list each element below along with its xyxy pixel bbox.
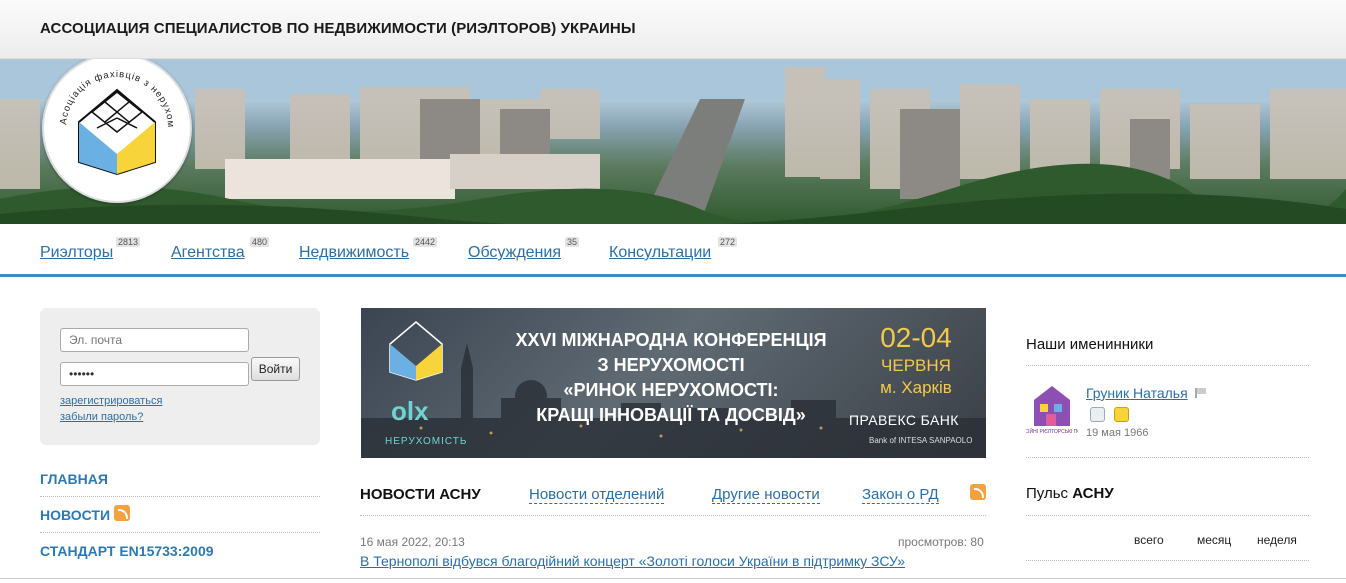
ad-title-line: З НЕРУХОМОСТІ [597,355,745,375]
side-menu-standard-label: СТАНДАРТ EN15733:2009 [40,543,214,559]
ad-title-line: «РИНОК НЕРУХОМОСТІ: [563,380,779,400]
news-tabs: НОВОСТИ АСНУ Новости отделений Другие но… [360,484,986,516]
tab-other-news[interactable]: Другие новости [712,486,820,504]
ad-date-month: ЧЕРВНЯ [881,356,951,375]
divider [1026,457,1309,458]
ad-title: XXVI МІЖНАРОДНА КОНФЕРЕНЦІЯ З НЕРУХОМОСТ… [481,328,861,428]
flag-icon [1195,388,1207,398]
news-headline-link[interactable]: В Тернополі відбувся благодійний концерт… [360,553,905,569]
nav-item-realty[interactable]: Недвижимость [299,244,409,262]
news-views: просмотров: 80 [898,535,984,549]
forgot-password-link[interactable]: забыли пароль? [60,411,143,423]
tab-branch-news[interactable]: Новости отделений [529,486,665,504]
side-menu-standard[interactable]: СТАНДАРТ EN15733:2009 [40,533,320,569]
login-form: Войти зарегистрироваться забыли пароль? [40,308,320,445]
birthday-date: 19 мая 1966 [1086,427,1149,439]
agency-logo-text: ПРОФЕСІЙНІ РІЄЛТОРСЬКІ ПОСЛУГИ [1026,427,1078,435]
agency-house-icon: ПРОФЕСІЙНІ РІЄЛТОРСЬКІ ПОСЛУГИ [1007,386,1098,435]
footer-edge [0,578,1346,583]
side-menu-news-label: НОВОСТИ [40,507,111,523]
pulse-col-month[interactable]: месяц [1197,533,1231,547]
ad-title-line: КРАЩІ ІННОВАЦІЇ ТА ДОСВІД» [536,405,806,425]
pulse-heading-prefix: Пульс [1026,485,1069,502]
tab-asnu-news[interactable]: НОВОСТИ АСНУ [360,486,481,503]
ad-title-line: XXVI МІЖНАРОДНА КОНФЕРЕНЦІЯ [515,330,827,350]
header-banner: Асоціація фахівців з нерухомості України… [0,59,1346,224]
rss-icon[interactable] [114,505,130,521]
certified-badge-icon [1114,407,1129,422]
email-field[interactable] [60,328,249,352]
birthdays-heading: Наши именинники [1026,336,1154,353]
nav-count-realtors: 2813 [116,237,141,247]
pulse-col-week[interactable]: неделя [1257,533,1297,547]
register-link[interactable]: зарегистрироваться [60,395,162,407]
olx-sub: НЕРУХОМІСТЬ [385,436,468,447]
divider [1026,515,1309,516]
news-date: 16 мая 2022, 20:13 [360,535,465,549]
site-title[interactable]: АССОЦИАЦИЯ СПЕЦИАЛИСТОВ ПО НЕДВИЖИМОСТИ … [40,20,636,37]
ad-date: 02-04 ЧЕРВНЯ м. Харків [871,322,961,398]
olx-logo: olx [391,396,429,426]
member-badge-icon [1090,407,1105,422]
nav-count-realty: 2442 [413,237,438,247]
nav-item-discussions[interactable]: Обсуждения [468,244,561,262]
pulse-heading: Пульс АСНУ [1026,485,1114,502]
association-logo[interactable]: Асоціація фахівців з нерухомості України… [41,59,192,203]
side-menu-home[interactable]: ГЛАВНАЯ [40,461,320,497]
conference-ad-banner[interactable]: XXVI МІЖНАРОДНА КОНФЕРЕНЦІЯ З НЕРУХОМОСТ… [361,308,986,458]
ad-city: м. Харків [880,378,952,397]
main-nav: Риэлторы 2813 Агентства 480 Недвижимость… [0,224,1346,277]
ad-bank: ПРАВЕКС БАНК [849,412,959,428]
ad-bank-sub: Bank of INTESA SANPAOLO [869,436,973,445]
nav-count-agencies: 480 [250,237,270,247]
news-rss-icon[interactable] [970,484,986,500]
nav-item-consultations[interactable]: Консультации [609,244,711,262]
nav-count-consultations: 272 [718,237,738,247]
pulse-heading-strong: АСНУ [1072,485,1114,502]
nav-count-discussions: 35 [565,237,580,247]
nav-item-realtors[interactable]: Риэлторы [40,244,113,262]
pulse-col-total[interactable]: всего [1134,533,1164,547]
password-field[interactable] [60,362,249,386]
agency-logo[interactable]: ПРОФЕСІЙНІ РІЄЛТОРСЬКІ ПОСЛУГИ [1007,380,1098,442]
ad-logo-icon [389,321,443,381]
ad-date-days: 02-04 [880,322,952,353]
logo-emblem-icon: Асоціація фахівців з нерухомості України… [41,59,175,176]
tab-realty-law[interactable]: Закон о РД [862,486,939,504]
birthday-person-link[interactable]: Груник Наталья [1086,385,1188,401]
divider [1026,365,1309,366]
login-button[interactable]: Войти [251,357,300,381]
city-panorama [0,59,1346,224]
side-menu-home-label: ГЛАВНАЯ [40,471,108,487]
side-menu-news[interactable]: НОВОСТИ [40,497,320,533]
header-bar: АССОЦИАЦИЯ СПЕЦИАЛИСТОВ ПО НЕДВИЖИМОСТИ … [0,0,1346,59]
nav-item-agencies[interactable]: Агентства [171,244,245,262]
divider [1026,560,1309,561]
